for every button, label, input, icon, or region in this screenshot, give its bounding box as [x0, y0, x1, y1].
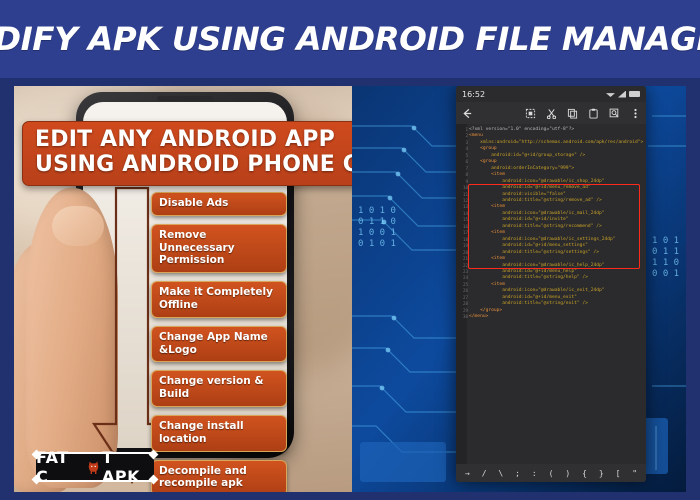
banner-line-2: USING ANDROID PHONE ONLY	[35, 151, 352, 177]
right-panel: 1 0 1 0 0 1 1 0 1 0 0 1 0 1 0 1 1 0 1 0 …	[352, 86, 686, 492]
code-text: android:icon="@drawable/ic_exit_24dp"	[469, 288, 605, 294]
code-text: <group	[469, 159, 497, 165]
code-text: android:icon="@drawable/ic_mail_24dp"	[469, 210, 605, 216]
search-icon[interactable]	[608, 107, 620, 119]
code-text: android:id="@+id/menu_settings"	[469, 243, 588, 249]
code-text: <item	[469, 204, 505, 210]
back-arrow-icon[interactable]	[461, 107, 473, 119]
code-text: android:visible="false"	[469, 191, 566, 197]
feature-button[interactable]: Change version & Build	[151, 370, 287, 407]
code-content[interactable]: 1 <?xml version="1.0" encoding="utf-8"?> 2…	[463, 127, 646, 321]
line-number: 30	[462, 314, 468, 320]
binary-overlay: 1 0 1 0 0 1 1 0 1 0 0 1 0 1 0 1	[358, 206, 396, 249]
code-editor[interactable]: 1 <?xml version="1.0" encoding="utf-8"?> 2…	[456, 124, 646, 464]
symbol-key[interactable]: (	[543, 469, 560, 478]
cat-silhouette-icon	[87, 460, 99, 475]
code-text: android:icon="@drawable/ic_settings_24dp…	[469, 236, 616, 242]
header-bar: MODIFY APK USING ANDROID FILE MANAGERS	[0, 0, 700, 78]
code-text: android:icon="@drawable/ic_shop_24dp"	[469, 178, 605, 184]
cut-scissors-icon[interactable]	[545, 107, 557, 119]
code-text: android:title="@string/help" />	[469, 275, 588, 281]
symbol-key[interactable]: )	[559, 469, 576, 478]
status-icons	[606, 90, 640, 98]
code-text: android:orderInCategory="999">	[469, 165, 575, 171]
code-text: <group	[469, 146, 497, 152]
symbol-key[interactable]: →	[459, 469, 476, 478]
code-text: <item	[469, 256, 505, 262]
phone-speaker	[157, 96, 213, 101]
symbol-key[interactable]: /	[476, 469, 493, 478]
code-text: android:id="@+id/menu_exit"	[469, 294, 577, 300]
code-text: </group>	[469, 307, 503, 313]
code-text: android:title="@string/recommend" />	[469, 223, 602, 229]
code-text: <menu	[469, 133, 483, 139]
code-text: <item	[469, 281, 505, 287]
symbol-toolbar[interactable]: → / \;:(){}["	[456, 464, 646, 482]
wifi-icon	[606, 93, 615, 97]
feature-button[interactable]: Make it Completely Offline	[151, 281, 287, 318]
code-text: <?xml version="1.0" encoding="utf-8"?>	[469, 127, 575, 132]
copy-icon[interactable]	[566, 107, 578, 119]
banner-line-1: EDIT ANY ANDROID APP	[35, 127, 335, 152]
symbol-key[interactable]: :	[526, 469, 543, 478]
code-text: android:id="@+id/group_storage" />	[469, 152, 586, 158]
code-text: xmlns:android="http://schemas.android.co…	[469, 139, 644, 145]
paste-icon[interactable]	[587, 107, 599, 119]
page-title: MODIFY APK USING ANDROID FILE MANAGERS	[0, 20, 700, 58]
code-line: 30 </menu>	[463, 314, 646, 320]
more-options-icon[interactable]	[629, 107, 641, 119]
logo-text: FAT C T APK	[36, 448, 154, 486]
code-text: <item	[469, 172, 505, 178]
code-text: android:icon="@drawable/ic_help_24dp"	[469, 262, 605, 268]
feature-button[interactable]: Change App Name &Logo	[151, 325, 287, 363]
code-text: android:title="@string/settings" />	[469, 249, 599, 255]
android-device-screenshot: 16:52 1 <?xml version="1.0" encoding="ut…	[456, 86, 646, 482]
code-text: android:id="@+id/menu_remove_ad"	[469, 185, 591, 191]
feature-button[interactable]: Decompile and recompile apk	[151, 459, 287, 492]
code-text: <item	[469, 230, 505, 236]
code-text: android:title="@string/remove_ad" />	[469, 197, 602, 203]
feature-button[interactable]: Remove Unnecessary Permission	[151, 223, 287, 274]
code-text: android:id="@+id/menu_help"	[469, 268, 577, 274]
poster-root: MODIFY APK USING ANDROID FILE MANAGERS	[0, 0, 700, 500]
symbol-key[interactable]: [	[610, 469, 627, 478]
logo-text-before: FAT C	[36, 448, 69, 486]
code-text: android:id="@+id/invite"	[469, 217, 569, 223]
body-area: EDIT ANY ANDROID APP USING ANDROID PHONE…	[0, 78, 700, 500]
left-panel: EDIT ANY ANDROID APP USING ANDROID PHONE…	[14, 86, 352, 492]
feature-button-list: Disable Ads Remove Unnecessary Permissio…	[151, 192, 287, 492]
code-text: android:title="@string/exit" />	[469, 301, 588, 307]
symbol-key[interactable]: }	[593, 469, 610, 478]
signal-icon	[618, 90, 626, 98]
status-clock: 16:52	[462, 89, 486, 99]
binary-overlay: 1 0 1 0 1 1 1 1 0 0 0 1	[652, 236, 680, 279]
feature-button[interactable]: Disable Ads	[151, 192, 287, 216]
editor-toolbar	[456, 102, 646, 124]
code-text: </menu>	[469, 314, 489, 320]
fatcatapk-logo: FAT C T APK	[31, 448, 159, 486]
symbol-key[interactable]: {	[576, 469, 593, 478]
logo-text-after: T APK	[101, 448, 140, 486]
select-all-icon[interactable]	[524, 107, 536, 119]
device-status-bar: 16:52	[456, 86, 646, 102]
symbol-key[interactable]: \	[492, 469, 509, 478]
symbol-key[interactable]: ;	[509, 469, 526, 478]
symbol-key[interactable]: "	[626, 469, 643, 478]
feature-button[interactable]: Change install location	[151, 414, 287, 452]
banner: EDIT ANY ANDROID APP USING ANDROID PHONE…	[22, 121, 352, 187]
battery-icon	[629, 91, 640, 97]
